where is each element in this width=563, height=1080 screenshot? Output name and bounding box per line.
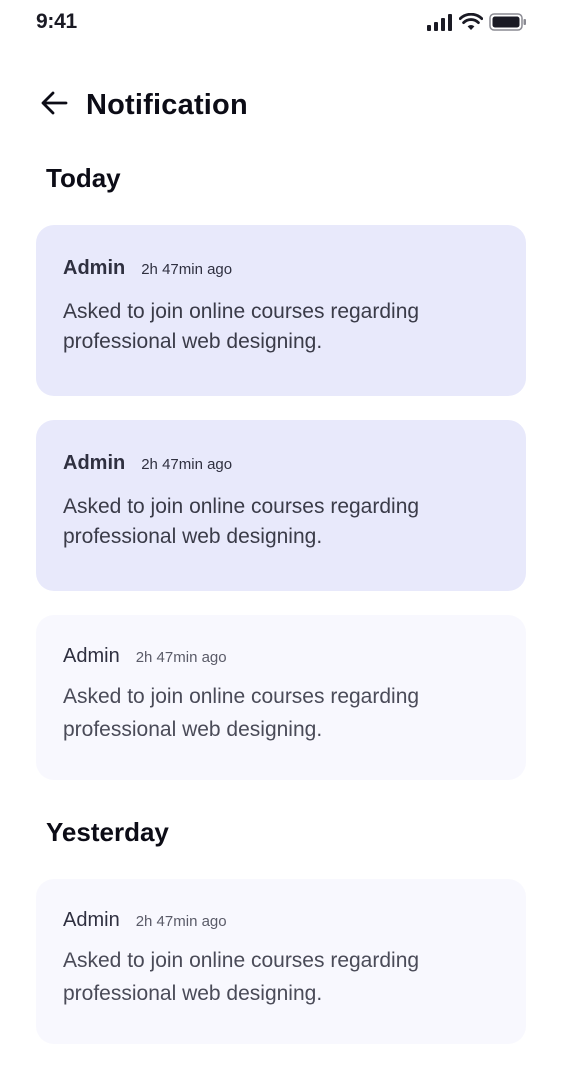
notification-meta: Admin 2h 47min ago [63,452,499,475]
header: Notification [38,82,248,128]
notification-card[interactable]: Admin 2h 47min ago Asked to join online … [36,225,526,396]
notification-card[interactable]: Admin 2h 47min ago Asked to join online … [36,615,526,780]
status-icons [427,13,527,31]
section-heading-today: Today [46,163,121,193]
signal-icon [427,13,453,31]
notification-time: 2h 47min ago [135,649,227,666]
notification-card[interactable]: Admin 2h 47min ago Asked to join online … [36,420,526,591]
notification-time: 2h 47min ago [141,261,233,278]
notification-meta: Admin 2h 47min ago [63,909,499,932]
status-bar: 9:41 [0,0,563,46]
notification-sender: Admin [63,257,126,279]
notification-message: Asked to join online courses regarding p… [63,949,420,1005]
notification-sender: Admin [63,645,120,667]
notification-message: Asked to join online courses regarding p… [63,685,420,741]
arrow-left-icon [40,91,68,120]
notification-meta: Admin 2h 47min ago [63,645,499,668]
notification-sender: Admin [63,452,126,474]
notification-card[interactable]: Admin 2h 47min ago Asked to join online … [36,879,526,1044]
wifi-icon [459,13,483,31]
notification-message: Asked to join online courses regarding p… [63,300,420,353]
status-time: 9:41 [36,10,77,33]
notification-time: 2h 47min ago [135,913,227,930]
page-title: Notification [86,88,248,121]
notification-time: 2h 47min ago [141,456,233,473]
notification-message: Asked to join online courses regarding p… [63,495,420,548]
notification-sender: Admin [63,909,120,931]
battery-icon [489,13,527,31]
notification-meta: Admin 2h 47min ago [63,257,499,280]
section-heading-yesterday: Yesterday [46,817,169,847]
back-button[interactable] [38,89,70,121]
